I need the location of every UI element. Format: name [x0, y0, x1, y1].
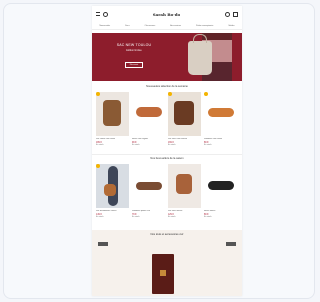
cart-icon[interactable] [232, 11, 238, 17]
product-stock: En stock [168, 216, 176, 218]
badge-icon [96, 92, 100, 96]
hero-subhead: Édition limitée [126, 49, 142, 52]
product-card[interactable]: Sandales plates cuir 79 € En stock [132, 164, 165, 218]
top-bar: Sarah Bo·do [92, 6, 242, 22]
product-stock: En stock [204, 144, 212, 146]
next-arrow-icon[interactable] [226, 242, 236, 246]
product-card[interactable]: Mules cuir cognac 99 € En stock [132, 92, 165, 146]
product-name: Sac seau tressé [168, 210, 183, 212]
badge-icon [168, 92, 172, 96]
product-card[interactable]: Sac bandoulière camel 149 € En stock [96, 164, 129, 218]
product-stock: En stock [132, 216, 140, 218]
product-grid-2: Sac bandoulière camel 149 € En stock San… [96, 164, 238, 218]
nav-item[interactable]: Petite maroquinerie [196, 25, 213, 27]
search-icon[interactable] [103, 11, 108, 17]
nav-item[interactable]: Soldes [228, 25, 234, 27]
section-title: Nos étuis et accessoires cuir [150, 233, 184, 236]
product-stock: En stock [132, 144, 140, 146]
hero-headline: SAC NEW TOULOU [116, 43, 152, 47]
product-stock: En stock [96, 144, 104, 146]
product-card[interactable]: Sac seau tressé 129 € En stock [168, 164, 201, 218]
product-grid-1: Sac cabas cuir camel 189 € En stock Mule… [96, 92, 238, 146]
product-name: Sandales cuir camel [204, 138, 223, 140]
product-card[interactable]: Sac seau cuir marron 169 € En stock [168, 92, 201, 146]
mobile-page: Sarah Bo·do Nouveautés Sacs Chaussures A… [92, 6, 242, 296]
product-stock: En stock [204, 216, 212, 218]
product-name: Sac cabas cuir camel [96, 138, 116, 140]
nav-item[interactable]: Nouveautés [99, 25, 110, 27]
nav-item[interactable]: Chaussures [145, 25, 156, 27]
store-logo[interactable]: Sarah Bo·do [153, 12, 180, 17]
product-name: Mules noires [204, 210, 216, 212]
menu-icon[interactable] [96, 12, 100, 16]
section-title: Nos best-sellers de la saison [150, 157, 184, 160]
badge-icon [204, 92, 208, 96]
hero-bag-image [188, 34, 212, 75]
product-name: Sac seau cuir marron [168, 138, 188, 140]
hero-banner[interactable]: SAC NEW TOULOU Édition limitée Découvrir [92, 33, 242, 81]
product-stock: En stock [96, 216, 104, 218]
product-card[interactable]: Mules noires 89 € En stock [204, 164, 237, 218]
product-card[interactable]: Sac cabas cuir camel 189 € En stock [96, 92, 129, 146]
product-name: Sac bandoulière camel [96, 210, 117, 212]
product-name: Sandales plates cuir [132, 210, 151, 212]
badge-icon [96, 164, 100, 168]
prev-arrow-icon[interactable] [98, 242, 108, 246]
accessories-banner[interactable]: Nos étuis et accessoires cuir [92, 230, 242, 296]
product-stock: En stock [168, 144, 176, 146]
product-name: Mules cuir cognac [132, 138, 149, 140]
category-nav: Nouveautés Sacs Chaussures Accessoires P… [92, 23, 242, 30]
product-card[interactable]: Sandales cuir camel 89 € En stock [204, 92, 237, 146]
nav-item[interactable]: Sacs [125, 25, 129, 27]
hero-cta-button[interactable]: Découvrir [124, 62, 144, 68]
divider [92, 154, 242, 155]
section-title: Nouveautés sélection de la semaine [146, 85, 188, 88]
nav-item[interactable]: Accessoires [170, 25, 181, 27]
product-image [152, 254, 174, 294]
account-icon[interactable] [224, 11, 230, 17]
